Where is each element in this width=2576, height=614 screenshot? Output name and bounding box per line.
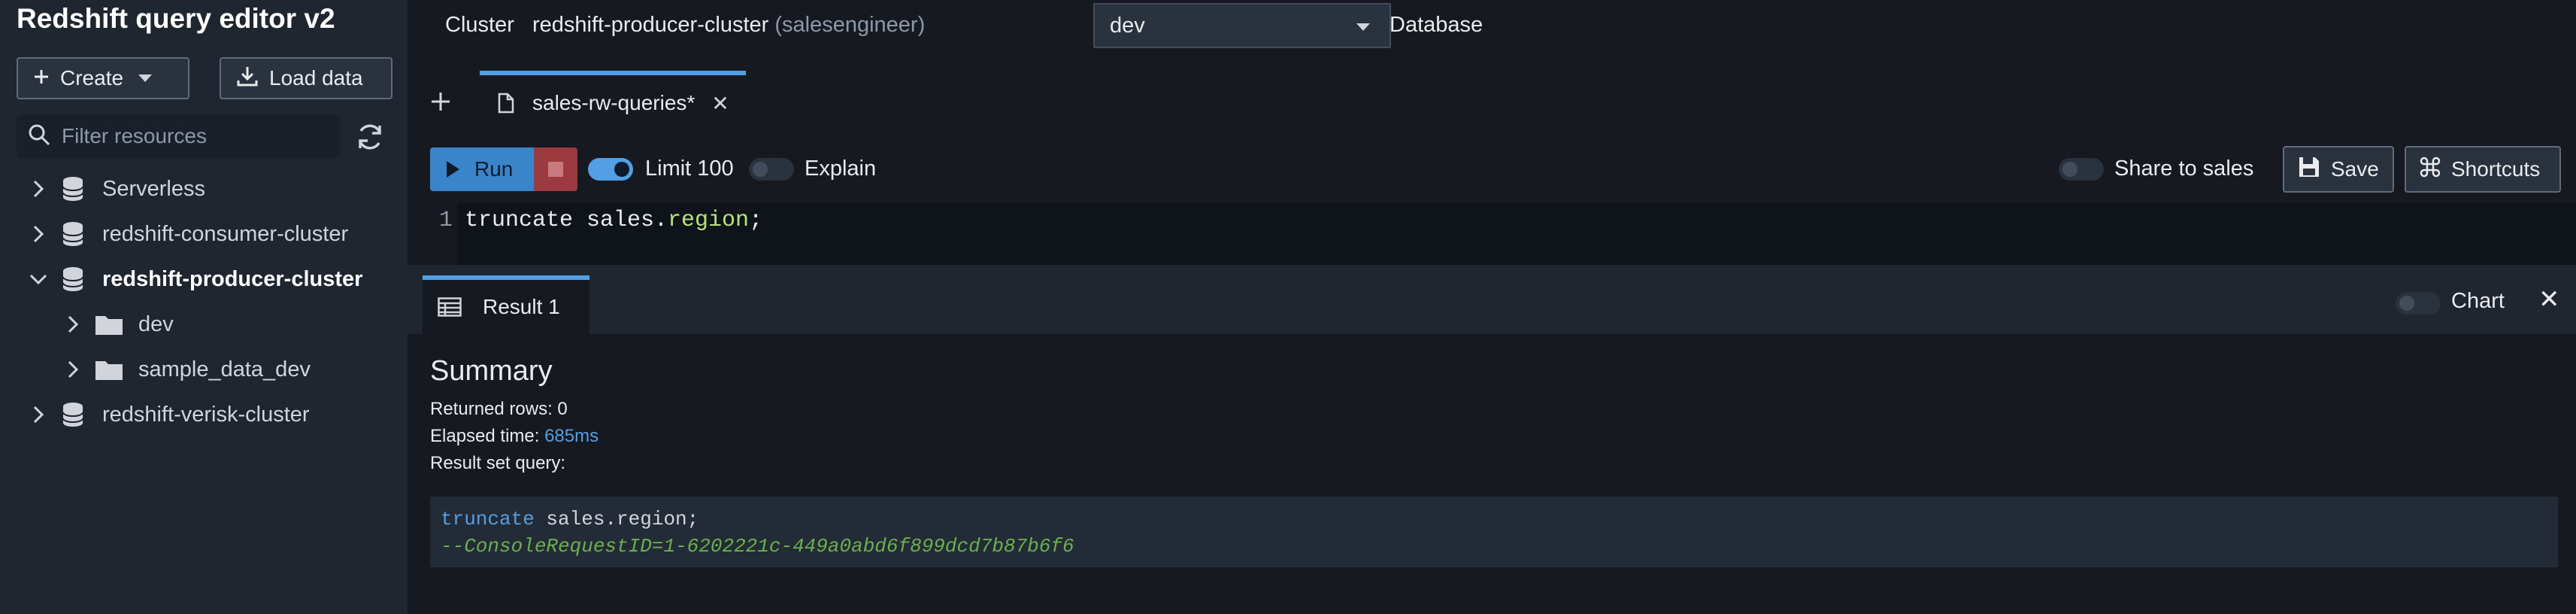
stop-icon [548, 162, 563, 177]
refresh-icon[interactable] [353, 120, 386, 154]
chart-toggle[interactable] [2396, 292, 2441, 315]
query-text: sales.region; [534, 508, 699, 530]
load-data-button[interactable]: Load data [220, 57, 392, 99]
tree-item-serverless[interactable]: Serverless [0, 168, 205, 210]
share-label: Share to sales [2114, 157, 2254, 181]
explain-toggle[interactable] [749, 158, 794, 181]
result-panel: Summary Returned rows: 0 Elapsed time: 6… [408, 334, 2576, 614]
tree-item-label: dev [138, 312, 174, 336]
database-icon [62, 266, 84, 292]
save-label: Save [2331, 157, 2379, 181]
result-tab-label: Result 1 [483, 295, 560, 318]
folder-icon [95, 358, 123, 381]
stop-button[interactable] [534, 147, 577, 191]
tree-item-producer-cluster[interactable]: redshift-producer-cluster [0, 258, 362, 300]
shortcuts-button[interactable]: Shortcuts [2405, 146, 2561, 193]
create-button-label: Create [60, 66, 124, 90]
share-toggle[interactable] [2059, 158, 2104, 181]
code-suffix: ; [749, 208, 763, 233]
database-icon [62, 176, 84, 202]
query-comment: --ConsoleRequestID=1-6202221c-449a0abd6f… [441, 535, 1074, 558]
close-tab-icon[interactable]: ✕ [711, 91, 729, 116]
tree-item-label: redshift-producer-cluster [102, 266, 363, 291]
table-icon [438, 297, 462, 317]
chevron-right-icon[interactable] [29, 224, 48, 244]
run-label: Run [474, 157, 514, 181]
result-set-query-label: Result set query: [430, 453, 566, 473]
filter-resources-input[interactable] [62, 124, 332, 148]
tab-label: sales-rw-queries* [532, 91, 696, 114]
caret-down-icon [1356, 23, 1370, 31]
limit-toggle[interactable] [588, 158, 633, 181]
tree-item-label: redshift-verisk-cluster [102, 402, 310, 427]
plus-icon [33, 66, 50, 90]
database-icon [62, 221, 84, 247]
chevron-right-icon[interactable] [29, 405, 48, 424]
result-header: Result 1 Chart ✕ [408, 272, 2576, 334]
code-line[interactable]: truncate sales.region; [465, 208, 762, 233]
load-data-label: Load data [269, 66, 363, 90]
resize-handle[interactable] [408, 265, 2576, 272]
play-icon [447, 161, 459, 178]
save-icon [2298, 156, 2320, 184]
caret-down-icon [138, 74, 153, 82]
returned-rows: Returned rows: 0 [430, 399, 568, 419]
database-select[interactable]: dev [1093, 3, 1391, 48]
tree-item-dev[interactable]: dev [0, 303, 174, 345]
limit-label: Limit 100 [645, 157, 734, 181]
query-keyword: truncate [441, 508, 535, 530]
sql-editor[interactable]: 1 truncate sales.region; [408, 203, 2576, 265]
cluster-selector[interactable]: redshift-producer-cluster (salesengineer… [532, 13, 925, 38]
elapsed-time: Elapsed time: 685ms [430, 426, 599, 447]
shortcuts-label: Shortcuts [2451, 157, 2541, 181]
summary-title: Summary [430, 355, 553, 387]
plus-icon [432, 93, 450, 111]
run-button[interactable]: Run [430, 147, 534, 191]
chevron-right-icon[interactable] [63, 315, 83, 334]
chevron-right-icon[interactable] [29, 179, 48, 199]
tree-item-sample-data-dev[interactable]: sample_data_dev [0, 348, 311, 391]
filter-resources [17, 114, 340, 158]
explain-label: Explain [805, 157, 877, 181]
tree-item-consumer-cluster[interactable]: redshift-consumer-cluster [0, 213, 348, 255]
tab-sales-rw-queries[interactable]: sales-rw-queries* ✕ [480, 71, 746, 131]
result-query-box: truncate sales.region; --ConsoleRequestI… [430, 497, 2558, 567]
tree-item-verisk-cluster[interactable]: redshift-verisk-cluster [0, 394, 310, 436]
folder-icon [95, 313, 123, 336]
cluster-user: (salesengineer) [774, 13, 926, 37]
database-label: Database [1390, 13, 1483, 37]
code-identifier: region [668, 208, 750, 233]
cluster-label: Cluster [445, 13, 514, 37]
connection-bar: Cluster redshift-producer-cluster (sales… [408, 0, 2576, 53]
cluster-value: redshift-producer-cluster [532, 13, 769, 37]
app-title: Redshift query editor v2 [17, 3, 335, 34]
elapsed-label: Elapsed time: [430, 426, 545, 446]
tree-item-label: Serverless [102, 176, 205, 201]
file-icon [498, 93, 514, 114]
query-line: truncate sales.region; [441, 506, 2558, 533]
database-icon [62, 402, 84, 427]
download-icon [236, 65, 259, 93]
tab-result-1[interactable]: Result 1 [423, 275, 589, 334]
save-button[interactable]: Save [2283, 146, 2394, 193]
chart-label: Chart [2451, 289, 2505, 313]
tree-item-label: sample_data_dev [138, 357, 311, 381]
create-button[interactable]: Create [17, 57, 189, 99]
elapsed-value[interactable]: 685ms [544, 426, 599, 446]
chevron-down-icon[interactable] [29, 269, 48, 289]
editor-tabs: sales-rw-queries* ✕ [408, 53, 2576, 131]
chevron-right-icon[interactable] [63, 360, 83, 379]
tree-item-label: redshift-consumer-cluster [102, 221, 349, 246]
sidebar: Redshift query editor v2 Create Load dat… [0, 0, 408, 614]
close-icon[interactable]: ✕ [2538, 284, 2560, 315]
command-key-icon [2420, 157, 2441, 183]
search-icon [27, 123, 51, 150]
line-number: 1 [408, 203, 457, 265]
query-toolbar: Run Limit 100 Explain Share to sales Sav… [408, 131, 2576, 203]
code-text: truncate sales. [465, 208, 668, 233]
database-value: dev [1110, 13, 1145, 38]
add-tab-button[interactable] [430, 87, 451, 117]
